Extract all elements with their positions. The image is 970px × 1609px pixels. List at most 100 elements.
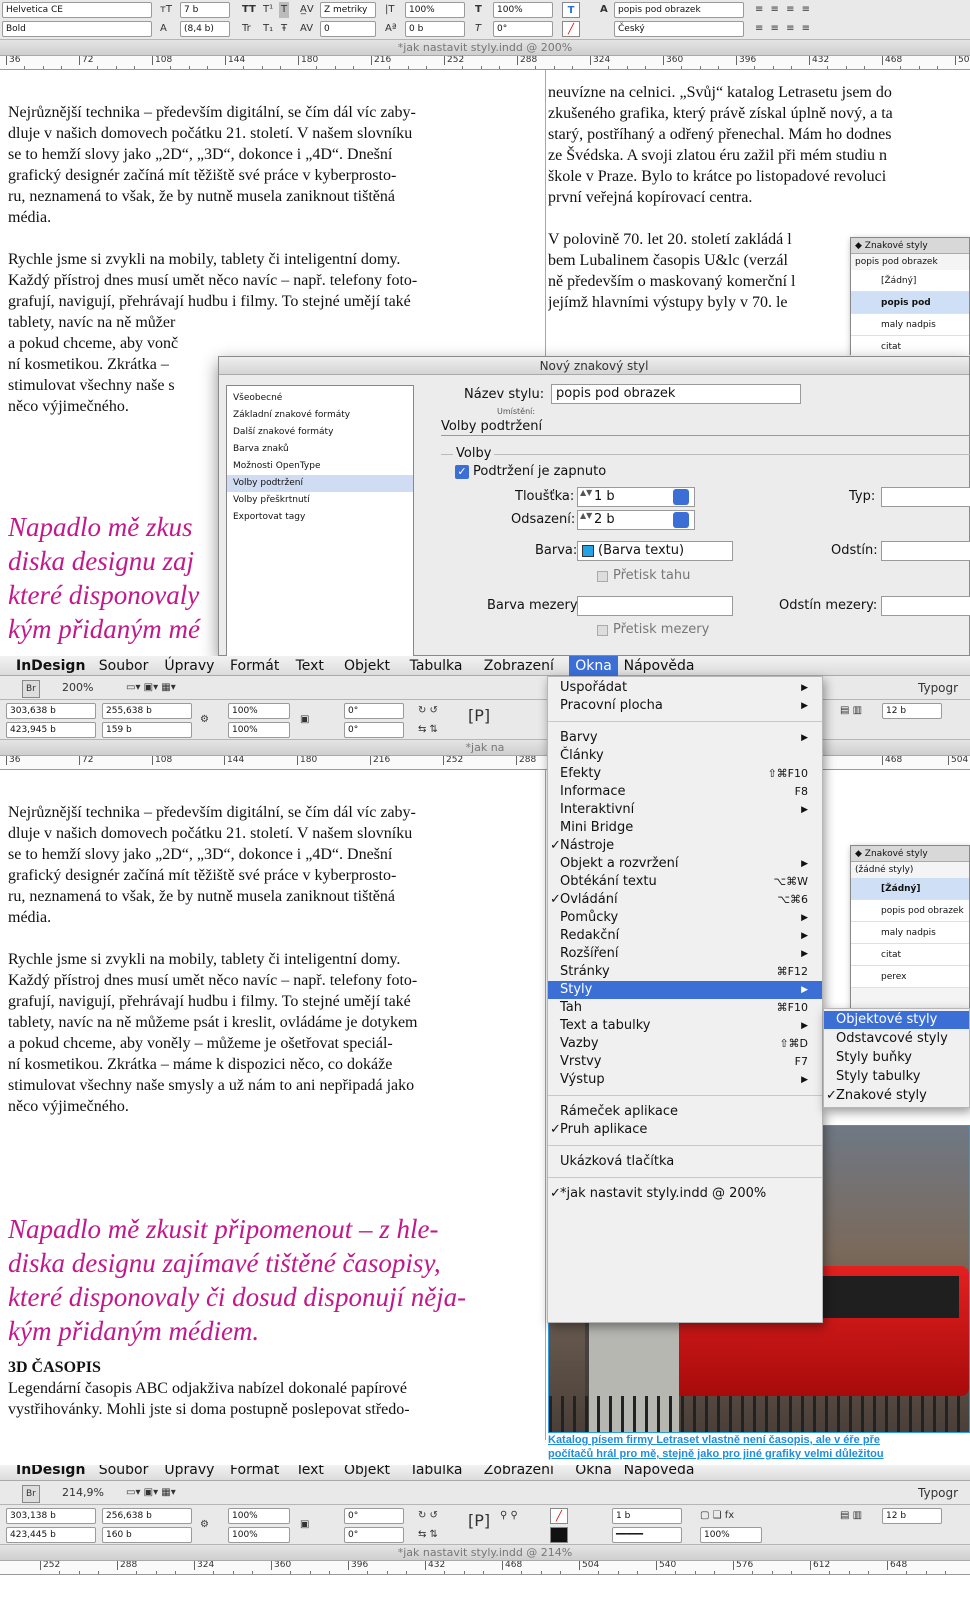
wrap-icons[interactable]: ▤ ▥ [840, 703, 862, 719]
dialog-category-item[interactable]: Volby přeškrtnutí [227, 492, 413, 509]
y-field[interactable]: 423,945 b [6, 722, 96, 738]
shear-field[interactable]: 0° [344, 1527, 404, 1543]
menu-zobrazení[interactable]: Zobrazení [478, 656, 560, 676]
small-caps-icon[interactable]: Tr [242, 21, 251, 37]
menu-nápověda[interactable]: Nápověda [618, 1465, 701, 1477]
menu-item[interactable]: Pracovní plocha ▶ [548, 697, 822, 715]
stroke-weight-field[interactable]: 12 b [882, 703, 942, 719]
height-field[interactable]: 159 b [102, 722, 192, 738]
dialog-category-item[interactable]: Volby podtržení [227, 475, 413, 492]
effects-icons[interactable]: ▢ ❏ fx [700, 1508, 734, 1524]
color-select[interactable]: (Barva textu) [577, 541, 733, 561]
menu-okna[interactable]: Okna [569, 1465, 618, 1477]
panel-style-item[interactable]: maly nadpis [851, 922, 969, 944]
fill-text-icon[interactable]: T [562, 2, 580, 18]
menu-item[interactable]: Vrstvy F7 [548, 1053, 822, 1071]
dialog-category-item[interactable]: Další znakové formáty [227, 424, 413, 441]
rotate-field[interactable]: 0° [344, 1508, 404, 1524]
menu-tabulka[interactable]: Tabulka [404, 1465, 469, 1477]
menu-item[interactable]: ✓ *jak nastavit styly.indd @ 200% [548, 1185, 822, 1203]
link-proportions-icon[interactable]: ⚙ [200, 1517, 209, 1533]
menu-soubor[interactable]: Soubor [93, 1465, 155, 1477]
dialog-category-item[interactable]: Všeobecné [227, 390, 413, 407]
menu-formát[interactable]: Formát [224, 656, 285, 676]
menu-text[interactable]: Text [290, 656, 330, 676]
panel-style-item[interactable]: citat [851, 336, 969, 358]
bridge-icon[interactable]: Br [22, 1485, 40, 1503]
menu-úpravy[interactable]: Úpravy [158, 1465, 220, 1477]
submenu-item[interactable]: ✓ Znakové styly [824, 1087, 969, 1105]
menu-úpravy[interactable]: Úpravy [158, 656, 220, 676]
reference-point-icon[interactable]: ▣ [300, 1517, 309, 1533]
menu-objekt[interactable]: Objekt [338, 656, 396, 676]
flip-icons[interactable]: ⇆ ⇅ [418, 1527, 438, 1543]
menu-item[interactable]: ✓ Pruh aplikace [548, 1121, 822, 1139]
dialog-category-item[interactable]: Exportovat tagy [227, 509, 413, 526]
rotate-icons[interactable]: ↻ ↺ [418, 703, 438, 719]
underline-icon[interactable]: T [279, 2, 290, 18]
font-style-field[interactable]: Bold [2, 21, 152, 37]
panel-style-item[interactable]: [Žádný] [851, 878, 969, 900]
menu-item[interactable]: Objekt a rozvržení ▶ [548, 855, 822, 873]
menu-item[interactable]: Rozšíření ▶ [548, 945, 822, 963]
zoom-level[interactable]: 214,9% [62, 1485, 104, 1501]
menu-item[interactable]: Text a tabulky ▶ [548, 1017, 822, 1035]
link-proportions-icon[interactable]: ⚙ [200, 712, 209, 728]
tint-input[interactable] [881, 541, 970, 561]
weight-stepper[interactable]: ▲▼ [580, 489, 592, 505]
workspace-switcher[interactable]: Typogr [918, 680, 958, 696]
menu-item[interactable]: Rámeček aplikace [548, 1103, 822, 1121]
offset-stepper[interactable]: ▲▼ [580, 512, 592, 528]
view-options-icon[interactable]: ▭▾ ▣▾ ▦▾ [126, 680, 176, 696]
dialog-category-item[interactable]: Možnosti OpenType [227, 458, 413, 475]
menu-zobrazení[interactable]: Zobrazení [478, 1465, 560, 1477]
menu-nápověda[interactable]: Nápověda [618, 656, 701, 676]
scale-y-field[interactable]: 100% [228, 1527, 290, 1543]
weight-dropdown[interactable] [673, 489, 689, 505]
menu-item[interactable]: ✓ Nástroje [548, 837, 822, 855]
width-field[interactable]: 256,638 b [102, 1508, 192, 1524]
fill-none-icon[interactable]: ╱ [550, 1508, 568, 1524]
rotate-field[interactable]: 0° [344, 703, 404, 719]
kerning-field[interactable]: Z metriky [320, 2, 376, 18]
menu-item[interactable]: Ukázková tlačítka [548, 1153, 822, 1171]
menu-item[interactable]: Obtékání textu ⌥⌘W [548, 873, 822, 891]
character-style-field[interactable]: popis pod obrazek [614, 2, 744, 18]
stroke-type-field[interactable]: ━━━━━ [612, 1527, 682, 1543]
panel-tab[interactable]: ◆ Znakové styly [851, 238, 969, 254]
all-caps-icon[interactable]: TT [242, 2, 256, 18]
menu-item[interactable]: ✓ Ovládání ⌥⌘6 [548, 891, 822, 909]
scale-y-field[interactable]: 100% [228, 722, 290, 738]
submenu-item[interactable]: Odstavcové styly [824, 1030, 969, 1048]
menu-item[interactable]: Pomůcky ▶ [548, 909, 822, 927]
menu-tabulka[interactable]: Tabulka [404, 656, 469, 676]
subscript-icon[interactable]: T₁ [263, 21, 273, 37]
panel-style-item[interactable]: maly nadpis [851, 314, 969, 336]
menu-item[interactable]: Mini Bridge [548, 819, 822, 837]
dialog-category-item[interactable]: Barva znaků [227, 441, 413, 458]
offset-dropdown[interactable] [673, 512, 689, 528]
x-field[interactable]: 303,138 b [6, 1508, 96, 1524]
style-name-input[interactable]: popis pod obrazek [551, 384, 801, 404]
gap-tint-input[interactable] [881, 596, 970, 616]
width-field[interactable]: 255,638 b [102, 703, 192, 719]
menu-item[interactable]: Redakční ▶ [548, 927, 822, 945]
panel-style-item[interactable]: popis pod obrazek [851, 292, 969, 330]
workspace-switcher[interactable]: Typogr [918, 1485, 958, 1501]
wrap-icons[interactable]: ▤ ▥ [840, 1508, 862, 1524]
vertical-scale-field[interactable]: 100% [405, 2, 465, 18]
opacity-field[interactable]: 100% [700, 1527, 762, 1543]
x-field[interactable]: 303,638 b [6, 703, 96, 719]
tracking-field[interactable]: 0 [320, 21, 376, 37]
menu-item[interactable]: Styly ▶ [548, 981, 822, 999]
menu-item[interactable]: Informace F8 [548, 783, 822, 801]
select-content-icons[interactable]: ⚲ ⚲ [500, 1508, 518, 1524]
strikethrough-icon[interactable]: Ŧ [281, 21, 287, 37]
panel-tab[interactable]: ◆ Znakové styly [851, 846, 969, 862]
overprint-stroke-checkbox[interactable] [597, 571, 608, 582]
font-family-field[interactable]: Helvetica CE [2, 2, 152, 18]
stroke-none-icon[interactable]: ╱ [562, 21, 580, 37]
leading-field[interactable]: (8,4 b) [180, 21, 230, 37]
scale-x-field[interactable]: 100% [228, 703, 290, 719]
menu-text[interactable]: Text [290, 1465, 330, 1477]
